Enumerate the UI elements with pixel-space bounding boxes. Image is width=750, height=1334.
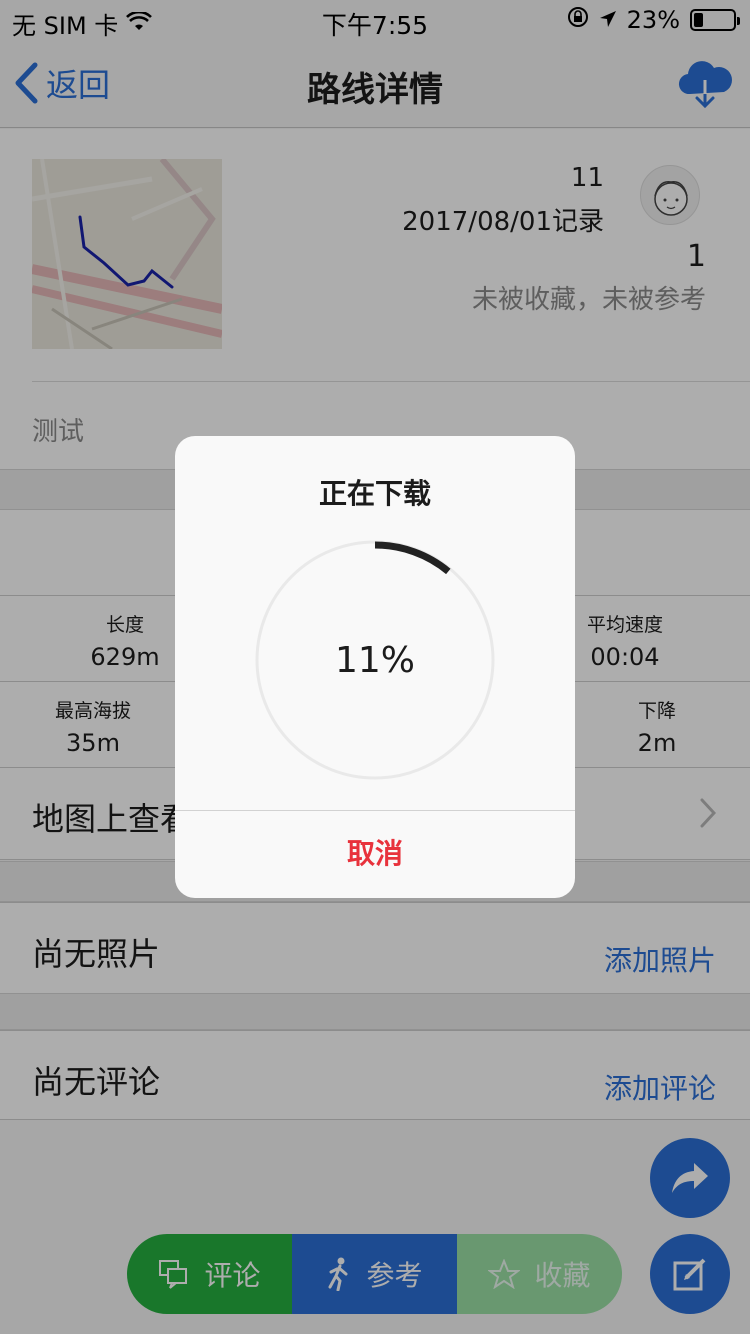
modal-overlay: 正在下载 11% 取消 xyxy=(0,0,750,1334)
cancel-button[interactable]: 取消 xyxy=(175,810,575,898)
progress-percent: 11% xyxy=(334,640,415,681)
dialog-title: 正在下载 xyxy=(318,477,431,510)
download-dialog: 正在下载 11% 取消 xyxy=(175,436,575,898)
